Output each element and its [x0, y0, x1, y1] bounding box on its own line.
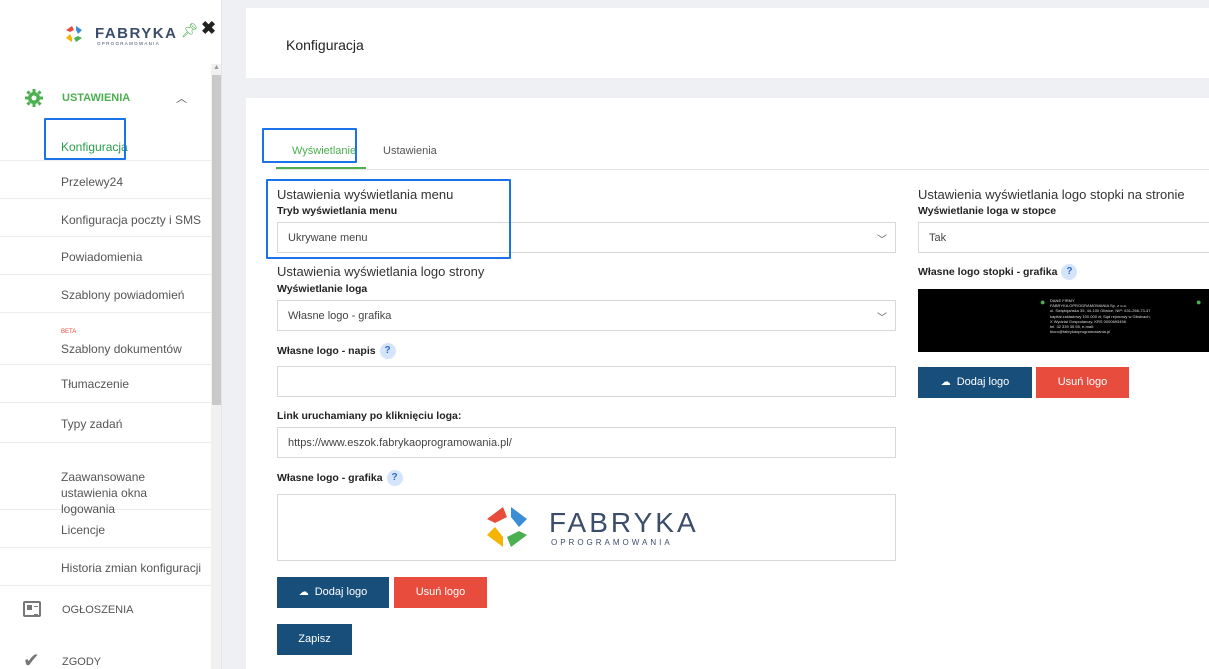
- gear-icon: [25, 89, 43, 107]
- brand-logo-icon: [66, 26, 82, 42]
- sidebar: FABRYKA OPROGRAMOWANIA 📌︎ ✖ ▲ USTAWIENIA…: [0, 0, 222, 669]
- add-logo-label: Dodaj logo: [314, 586, 368, 598]
- beta-badge: BETA: [61, 329, 77, 335]
- logo-display-label: Wyświetlanie loga: [277, 283, 368, 295]
- sidebar-item-historia[interactable]: Historia zmian konfiguracji: [0, 548, 211, 586]
- sidebar-item-label: Powiadomienia: [61, 250, 143, 264]
- remove-logo-button[interactable]: Usuń logo: [394, 577, 487, 608]
- footer-display-select[interactable]: Tak: [918, 222, 1209, 253]
- sidebar-item-label: Historia zmian konfiguracji: [61, 561, 202, 575]
- help-icon[interactable]: ?: [386, 470, 403, 486]
- tab-ustawienia[interactable]: Ustawienia: [383, 145, 437, 157]
- help-icon[interactable]: ?: [379, 343, 396, 359]
- sidebar-item-label: Konfiguracja poczty i SMS: [61, 213, 202, 227]
- highlight-box: [262, 128, 357, 163]
- checkmark-icon: ✔: [23, 650, 40, 669]
- sidebar-item-szablony-powiadomien[interactable]: Szablony powiadomień: [0, 275, 211, 313]
- footer-remove-logo-label: Usuń logo: [1057, 376, 1108, 388]
- location-pin-icon: ●: [1196, 297, 1202, 307]
- cloud-upload-icon: ☁: [298, 587, 309, 598]
- logo-area: FABRYKA OPROGRAMOWANIA 📌︎ ✖: [0, 0, 221, 64]
- logo-graphic-label-text: Własne logo - grafika: [277, 471, 383, 484]
- sidebar-item-tlumaczenie[interactable]: Tłumaczenie: [0, 365, 211, 403]
- active-tab-indicator: [276, 167, 366, 169]
- sidebar-scrollbar-thumb[interactable]: [212, 75, 221, 405]
- save-button[interactable]: Zapisz: [277, 624, 352, 655]
- footer-add-logo-label: Dodaj logo: [956, 376, 1010, 388]
- sidebar-item-szablony-dokumentow[interactable]: BETA Szablony dokumentów: [0, 313, 211, 365]
- logo-text-label-text: Własne logo - napis: [277, 344, 376, 357]
- sidebar-item-label: Licencje: [61, 523, 106, 537]
- logo-link-value: https://www.eszok.fabrykaoprogramowania.…: [288, 437, 512, 449]
- sidebar-item-licencje[interactable]: Licencje: [0, 510, 211, 548]
- highlight-box: [266, 179, 511, 259]
- sidebar-item-konfiguracja-poczty[interactable]: Konfiguracja poczty i SMS: [0, 199, 211, 237]
- logo-display-value: Własne logo - grafika: [288, 310, 392, 322]
- footer-display-value: Tak: [929, 232, 947, 244]
- sidebar-item-label: Przelewy24: [61, 175, 124, 189]
- sidebar-item-zaawansowane[interactable]: Zaawansowane ustawienia okna logowania: [0, 443, 211, 516]
- add-logo-button[interactable]: ☁ Dodaj logo: [277, 577, 389, 608]
- close-icon[interactable]: ✖: [201, 18, 216, 39]
- nav-section-label: OGŁOSZENIA: [62, 604, 134, 616]
- nav-section-zgody[interactable]: ✔ ZGODY: [0, 642, 211, 669]
- brand-logo-icon: [487, 507, 527, 547]
- sidebar-item-przelewy24[interactable]: Przelewy24: [0, 161, 211, 199]
- footer-graphic-label-text: Własne logo stopki - grafika: [918, 265, 1058, 278]
- footer-settings-title: Ustawienia wyświetlania logo stopki na s…: [918, 187, 1185, 202]
- logo-text: FABRYKA: [95, 25, 178, 42]
- sidebar-item-label: Szablony dokumentów: [61, 342, 182, 356]
- sidebar-item-label: Typy zadań: [61, 417, 123, 431]
- footer-add-logo-button[interactable]: ☁ Dodaj logo: [918, 367, 1032, 398]
- newspaper-icon: [23, 601, 41, 617]
- nav-section-label: ZGODY: [62, 656, 102, 668]
- location-pin-icon: ●: [1040, 297, 1046, 307]
- sidebar-item-powiadomienia[interactable]: Powiadomienia: [0, 237, 211, 275]
- nav-section-ogloszenia[interactable]: OGŁOSZENIA: [0, 590, 211, 630]
- scroll-up-arrow-icon[interactable]: ▲: [212, 64, 221, 74]
- footer-logo-text: DANE FIRMY FABRYKA OPROGRAMOWANIA Sp. z …: [1050, 298, 1151, 335]
- chevron-up-icon: ︿: [176, 93, 187, 105]
- tab-divider: [276, 169, 1209, 170]
- cloud-upload-icon: ☁: [940, 377, 951, 388]
- logo-preview: FABRYKA OPROGRAMOWANIA: [277, 494, 896, 561]
- remove-logo-label: Usuń logo: [415, 586, 466, 598]
- logo-display-select[interactable]: Własne logo - grafika ﹀: [277, 300, 896, 331]
- logo-link-label: Link uruchamiany po kliknięciu loga:: [277, 410, 462, 422]
- sidebar-item-typy-zadan[interactable]: Typy zadań: [0, 403, 211, 443]
- nav-group-ustawienia[interactable]: USTAWIENIA ︿: [0, 78, 211, 118]
- logo-text-label: Własne logo - napis?: [277, 343, 396, 359]
- footer-remove-logo-button[interactable]: Usuń logo: [1036, 367, 1129, 398]
- chevron-down-icon: ﹀: [877, 313, 887, 324]
- pin-icon[interactable]: 📌︎: [181, 22, 199, 39]
- logo-graphic-label: Własne logo - grafika?: [277, 470, 403, 486]
- nav-group-label: USTAWIENIA: [62, 92, 131, 104]
- sidebar-item-label: Tłumaczenie: [61, 377, 130, 391]
- page-title: Konfiguracja: [286, 37, 364, 53]
- sidebar-item-label: Szablony powiadomień: [61, 288, 185, 302]
- save-label: Zapisz: [298, 633, 331, 645]
- preview-logo-text: FABRYKA: [549, 507, 699, 538]
- help-icon[interactable]: ?: [1061, 264, 1078, 280]
- preview-logo-subtitle: OPROGRAMOWANIA: [551, 538, 673, 547]
- footer-display-label: Wyświetlanie loga w stopce: [918, 205, 1057, 217]
- logo-text-input[interactable]: [277, 366, 896, 397]
- logo-settings-title: Ustawienia wyświetlania logo strony: [277, 264, 485, 279]
- page-header: Konfiguracja: [246, 8, 1209, 78]
- logo-link-input[interactable]: https://www.eszok.fabrykaoprogramowania.…: [277, 427, 896, 458]
- footer-graphic-label: Własne logo stopki - grafika?: [918, 264, 1078, 280]
- footer-logo-preview: ● DANE FIRMY FABRYKA OPROGRAMOWANIA Sp. …: [918, 289, 1209, 352]
- highlight-box: [44, 118, 126, 160]
- chevron-down-icon: ﹀: [877, 235, 887, 246]
- logo-subtitle: OPROGRAMOWANIA: [97, 41, 161, 46]
